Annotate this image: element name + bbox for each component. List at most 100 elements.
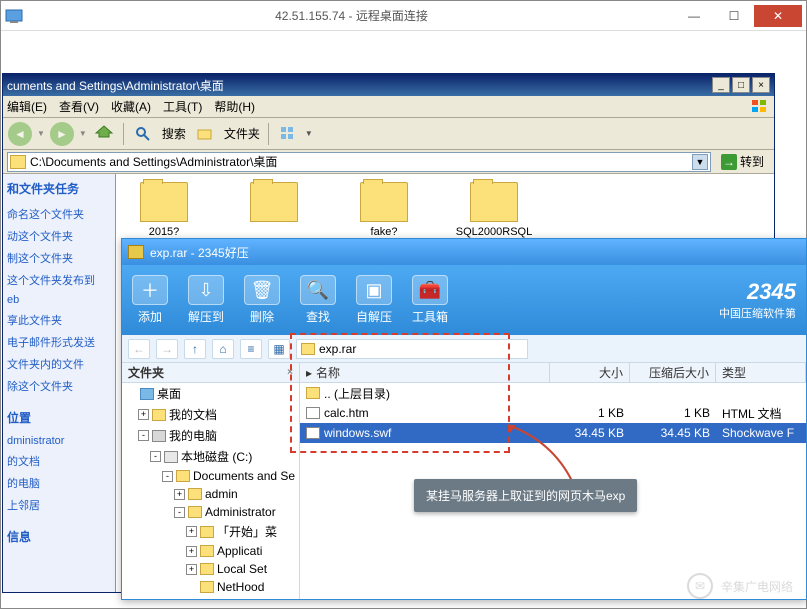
toolbar-separator xyxy=(123,123,124,145)
tree-node[interactable]: -我的电脑 xyxy=(122,425,299,446)
list-row[interactable]: .. (上层目录) xyxy=(300,383,806,403)
go-button[interactable]: → 转到 xyxy=(715,152,770,172)
archive-titlebar[interactable]: exp.rar - 2345好压 xyxy=(122,239,806,265)
node-icon xyxy=(152,430,166,442)
place-item[interactable]: 的电脑 xyxy=(5,472,113,494)
views-button[interactable] xyxy=(275,121,301,147)
tree-node[interactable]: +「开始」菜 xyxy=(122,521,299,542)
col-size[interactable]: 大小 xyxy=(550,363,630,382)
task-item[interactable]: 制这个文件夹 xyxy=(5,247,113,269)
task-item[interactable]: 文件夹内的文件 xyxy=(5,353,113,375)
task-item[interactable]: 这个文件夹发布到 xyxy=(5,269,113,291)
node-icon xyxy=(188,488,202,500)
list-row[interactable]: windows.swf34.45 KB34.45 KBShockwave F xyxy=(300,423,806,443)
sfx-button[interactable]: ▣自解压 xyxy=(356,275,392,325)
up-button[interactable] xyxy=(91,121,117,147)
tree-node[interactable]: +Applicati xyxy=(122,542,299,560)
extract-button[interactable]: ⇩解压到 xyxy=(188,275,224,325)
nav-home-button[interactable]: ⌂ xyxy=(212,339,234,359)
menu-view[interactable]: 查看(V) xyxy=(59,98,99,115)
place-item[interactable]: dministrator xyxy=(5,432,113,450)
tree-close-icon[interactable]: × xyxy=(287,367,293,378)
place-item[interactable]: 上邻居 xyxy=(5,494,113,516)
nav-forward-button[interactable]: → xyxy=(156,339,178,359)
delete-button[interactable]: 🗑删除 xyxy=(244,275,280,325)
expand-icon[interactable]: - xyxy=(138,430,149,441)
tree-node[interactable]: +Local Set xyxy=(122,560,299,578)
tree-node[interactable]: 桌面 xyxy=(122,383,299,404)
expand-icon[interactable]: + xyxy=(186,564,197,575)
folder-icon xyxy=(360,182,408,222)
rdp-titlebar[interactable]: 42.51.155.74 - 远程桌面连接 — ☐ ✕ xyxy=(1,1,806,31)
expand-icon[interactable]: - xyxy=(162,471,173,482)
maximize-button[interactable]: ☐ xyxy=(714,5,754,27)
task-item[interactable]: 电子邮件形式发送 xyxy=(5,331,113,353)
folders-icon[interactable] xyxy=(192,121,218,147)
explorer-minimize-button[interactable]: _ xyxy=(712,77,730,93)
address-input[interactable]: C:\Documents and Settings\Administrator\… xyxy=(7,152,711,172)
node-label: 我的文档 xyxy=(169,406,217,423)
file-icon xyxy=(306,387,320,399)
tree-node[interactable]: -Administrator xyxy=(122,503,299,521)
row-csize xyxy=(630,383,716,403)
forward-dropdown-icon[interactable]: ▼ xyxy=(79,129,87,138)
views-dropdown-icon[interactable]: ▼ xyxy=(305,129,313,138)
col-compressed-size[interactable]: 压缩后大小 xyxy=(630,363,716,382)
tree-node[interactable]: +admin xyxy=(122,485,299,503)
tree-header: 文件夹× xyxy=(122,363,299,383)
minimize-button[interactable]: — xyxy=(674,5,714,27)
nav-up-button[interactable]: ↑ xyxy=(184,339,206,359)
menu-favorites[interactable]: 收藏(A) xyxy=(111,98,151,115)
add-button[interactable]: ＋添加 xyxy=(132,275,168,325)
back-button[interactable]: ◄ xyxy=(7,121,33,147)
task-item[interactable]: 享此文件夹 xyxy=(5,309,113,331)
file-name: fake? xyxy=(344,226,424,238)
menu-edit[interactable]: 编辑(E) xyxy=(7,98,47,115)
tools-button[interactable]: 🧰工具箱 xyxy=(412,275,448,325)
expand-icon[interactable]: + xyxy=(186,546,197,557)
nav-view-button[interactable]: ▦ xyxy=(268,339,290,359)
nav-back-button[interactable]: ← xyxy=(128,339,150,359)
expand-icon[interactable]: + xyxy=(174,489,185,500)
explorer-title-text: cuments and Settings\Administrator\桌面 xyxy=(7,77,710,94)
rdp-window: 42.51.155.74 - 远程桌面连接 — ☐ ✕ cuments and … xyxy=(0,0,807,609)
task-item[interactable]: 动这个文件夹 xyxy=(5,225,113,247)
explorer-close-button[interactable]: × xyxy=(752,77,770,93)
tree-node[interactable]: + 我的文档 xyxy=(122,404,299,425)
expand-icon[interactable]: + xyxy=(138,409,149,420)
explorer-addressbar: C:\Documents and Settings\Administrator\… xyxy=(3,150,774,174)
search-icon[interactable] xyxy=(130,121,156,147)
col-name[interactable]: ▸名称 xyxy=(300,363,550,382)
back-dropdown-icon[interactable]: ▼ xyxy=(37,129,45,138)
tree-node[interactable]: NetHood xyxy=(122,578,299,596)
col-type[interactable]: 类型 xyxy=(716,363,806,382)
find-button[interactable]: 🔍查找 xyxy=(300,275,336,325)
explorer-maximize-button[interactable]: □ xyxy=(732,77,750,93)
node-label: PrintHood xyxy=(217,598,270,599)
explorer-titlebar[interactable]: cuments and Settings\Administrator\桌面 _ … xyxy=(3,74,774,96)
list-row[interactable]: calc.htm1 KB1 KBHTML 文档 xyxy=(300,403,806,423)
place-item[interactable]: 的文档 xyxy=(5,450,113,472)
menu-help[interactable]: 帮助(H) xyxy=(214,98,255,115)
tree-node[interactable]: -本地磁盘 (C:) xyxy=(122,446,299,467)
address-dropdown-icon[interactable]: ▼ xyxy=(692,154,708,170)
expand-icon[interactable]: - xyxy=(150,451,161,462)
forward-button[interactable]: ► xyxy=(49,121,75,147)
explorer-toolbar: ◄ ▼ ► ▼ 搜索 文件夹 ▼ xyxy=(3,118,774,150)
rdp-title-text: 42.51.155.74 - 远程桌面连接 xyxy=(29,7,674,24)
archive-path-box[interactable]: exp.rar xyxy=(296,339,528,359)
folders-label[interactable]: 文件夹 xyxy=(224,125,260,142)
nav-list-button[interactable]: ≡ xyxy=(240,339,262,359)
task-item[interactable]: 命名这个文件夹 xyxy=(5,203,113,225)
search-label[interactable]: 搜索 xyxy=(162,125,186,142)
tree-node[interactable]: -Documents and Se xyxy=(122,467,299,485)
close-button[interactable]: ✕ xyxy=(754,5,802,27)
expand-icon[interactable]: + xyxy=(186,526,197,537)
menu-tools[interactable]: 工具(T) xyxy=(163,98,202,115)
expand-icon[interactable]: - xyxy=(174,507,185,518)
go-label: 转到 xyxy=(740,153,764,170)
task-item[interactable]: 除这个文件夹 xyxy=(5,375,113,397)
node-icon xyxy=(200,526,214,538)
tree-node[interactable]: PrintHood xyxy=(122,596,299,599)
task-item[interactable]: eb xyxy=(5,291,113,309)
